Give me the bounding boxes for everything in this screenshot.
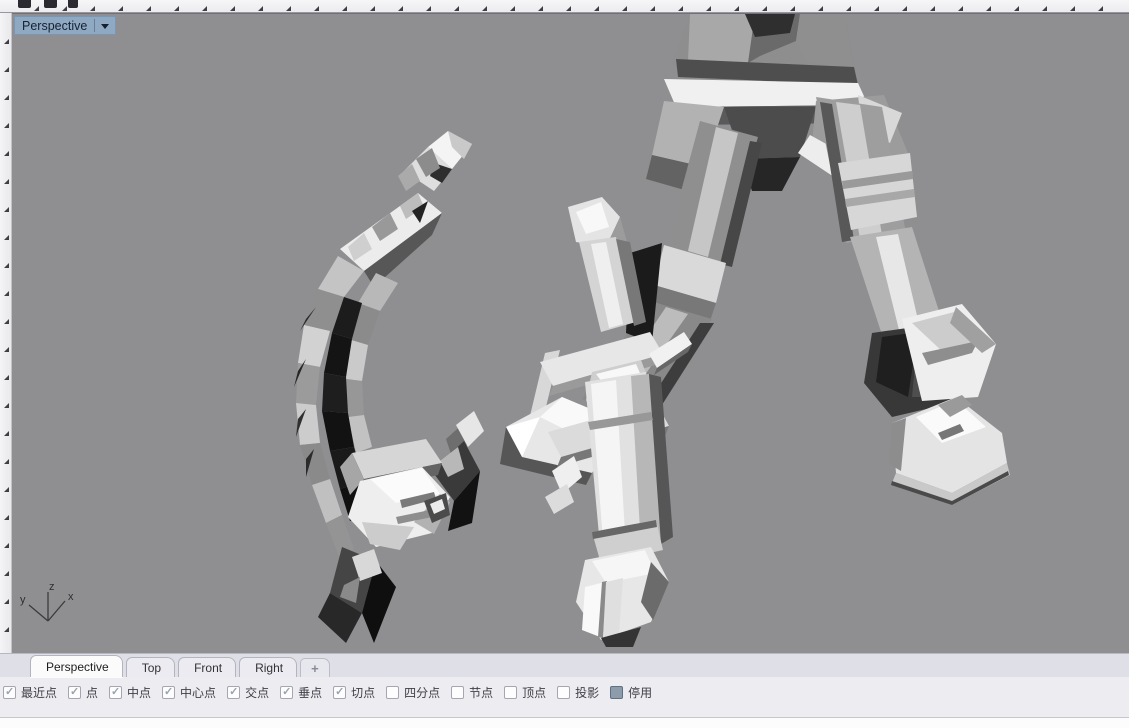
model-braid-arm[interactable] xyxy=(294,131,484,643)
osnap-midpoint-checkbox[interactable] xyxy=(109,686,122,699)
osnap-toolbar: 最近点 点 中点 中心点 交点 垂点 切点 四分点 xyxy=(0,677,1129,707)
osnap-center-checkbox[interactable] xyxy=(162,686,175,699)
axis-x-label: x xyxy=(68,591,74,603)
toolbar-icon-fragment xyxy=(44,0,57,8)
osnap-midpoint-label: 中点 xyxy=(127,684,151,701)
viewport-tabs-bar: Perspective Top Front Right + xyxy=(0,653,1129,677)
rhino-window: Perspective xyxy=(0,0,1129,728)
perspective-viewport[interactable]: Perspective xyxy=(12,13,1129,653)
osnap-intersection: 交点 xyxy=(227,684,269,701)
osnap-knot: 节点 xyxy=(451,684,493,701)
tab-front[interactable]: Front xyxy=(178,657,236,677)
osnap-knot-label: 节点 xyxy=(469,684,493,701)
osnap-point-label: 点 xyxy=(86,684,98,701)
osnap-quadrant: 四分点 xyxy=(386,684,440,701)
toolbar-icon-fragment xyxy=(68,0,78,8)
chevron-down-icon[interactable] xyxy=(101,24,109,29)
axis-y-label: y xyxy=(20,594,26,606)
osnap-tangent-checkbox[interactable] xyxy=(333,686,346,699)
osnap-perpendicular-label: 垂点 xyxy=(298,684,322,701)
osnap-knot-checkbox[interactable] xyxy=(451,686,464,699)
viewport-title-dropdown[interactable]: Perspective xyxy=(14,16,116,35)
osnap-nearest-label: 最近点 xyxy=(21,684,57,701)
viewport-title: Perspective xyxy=(22,19,87,33)
osnap-center: 中心点 xyxy=(162,684,216,701)
3d-model-low-poly-character[interactable]: z x y xyxy=(12,14,1129,653)
osnap-disable: 停用 xyxy=(610,684,652,701)
osnap-perpendicular: 垂点 xyxy=(280,684,322,701)
axis-labels: z x y xyxy=(20,581,74,606)
osnap-point-checkbox[interactable] xyxy=(68,686,81,699)
axis-z-label: z xyxy=(49,581,55,593)
osnap-tangent-label: 切点 xyxy=(351,684,375,701)
osnap-disable-checkbox[interactable] xyxy=(610,686,623,699)
osnap-vertex-checkbox[interactable] xyxy=(504,686,517,699)
osnap-nearest-checkbox[interactable] xyxy=(3,686,16,699)
toolbar-icon-fragment xyxy=(18,0,31,8)
tab-right[interactable]: Right xyxy=(239,657,297,677)
osnap-project-label: 投影 xyxy=(575,684,599,701)
tab-perspective[interactable]: Perspective xyxy=(30,655,123,677)
osnap-point: 点 xyxy=(68,684,98,701)
osnap-perpendicular-checkbox[interactable] xyxy=(280,686,293,699)
osnap-project-checkbox[interactable] xyxy=(557,686,570,699)
command-surface: 标控制“变换模式” xyxy=(0,717,1129,728)
osnap-center-label: 中心点 xyxy=(180,684,216,701)
osnap-nearest: 最近点 xyxy=(3,684,57,701)
osnap-intersection-checkbox[interactable] xyxy=(227,686,240,699)
osnap-quadrant-label: 四分点 xyxy=(404,684,440,701)
top-toolbar[interactable] xyxy=(0,0,1129,13)
osnap-tangent: 切点 xyxy=(333,684,375,701)
axis-gizmo xyxy=(29,592,65,621)
osnap-quadrant-checkbox[interactable] xyxy=(386,686,399,699)
add-viewport-tab-button[interactable]: + xyxy=(300,658,330,677)
osnap-intersection-label: 交点 xyxy=(245,684,269,701)
osnap-vertex: 顶点 xyxy=(504,684,546,701)
osnap-project: 投影 xyxy=(557,684,599,701)
command-area[interactable]: 标控制“变换模式” xyxy=(0,707,1129,728)
divider xyxy=(94,19,95,32)
tab-top[interactable]: Top xyxy=(126,657,175,677)
left-toolbar[interactable] xyxy=(0,13,12,653)
osnap-vertex-label: 顶点 xyxy=(522,684,546,701)
osnap-midpoint: 中点 xyxy=(109,684,151,701)
osnap-disable-label: 停用 xyxy=(628,684,652,701)
